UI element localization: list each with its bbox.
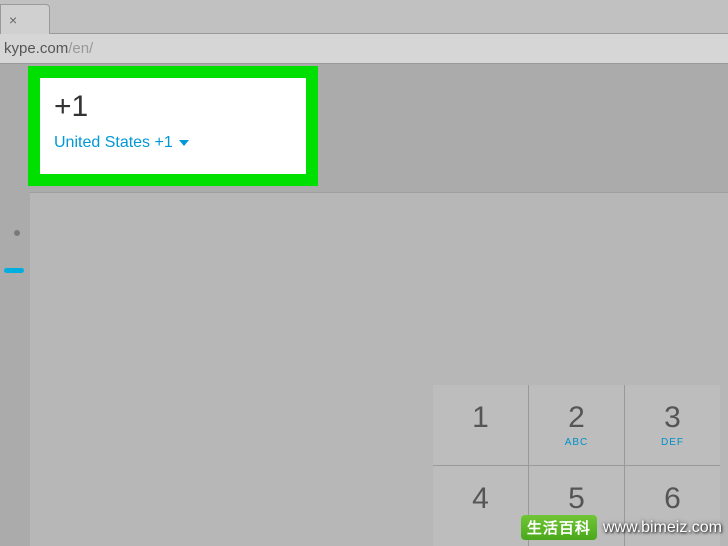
key-digit: 3 bbox=[664, 401, 681, 435]
keypad-3[interactable]: 3 DEF bbox=[625, 385, 720, 465]
close-icon[interactable]: × bbox=[9, 12, 17, 28]
key-digit: 6 bbox=[664, 482, 681, 516]
keypad-5[interactable]: 5 bbox=[529, 466, 624, 546]
url-host: kype.com bbox=[4, 40, 68, 57]
phone-number-input[interactable]: +1 bbox=[54, 92, 292, 122]
browser-tab-strip: × bbox=[0, 0, 728, 34]
key-digit: 2 bbox=[568, 401, 585, 435]
key-digit: 1 bbox=[472, 401, 489, 435]
country-label: United States +1 bbox=[54, 134, 173, 152]
url-path: /en/ bbox=[68, 40, 93, 57]
country-selector[interactable]: United States +1 bbox=[54, 134, 189, 152]
keypad-6[interactable]: 6 bbox=[625, 466, 720, 546]
key-digit: 4 bbox=[472, 482, 489, 516]
number-entry-panel: +1 United States +1 bbox=[28, 66, 318, 186]
key-digit: 5 bbox=[568, 482, 585, 516]
side-active-indicator bbox=[4, 268, 24, 273]
page-content: +1 United States +1 1 2 ABC 3 DEF 4 5 bbox=[0, 64, 728, 546]
side-tab-strip bbox=[0, 224, 28, 284]
keypad-1[interactable]: 1 bbox=[433, 385, 528, 465]
keypad-4[interactable]: 4 bbox=[433, 466, 528, 546]
key-letters: DEF bbox=[661, 437, 684, 449]
side-dot-icon bbox=[14, 230, 20, 236]
chevron-down-icon bbox=[179, 140, 189, 146]
address-bar[interactable]: kype.com/en/ bbox=[0, 34, 728, 64]
dial-keypad: 1 2 ABC 3 DEF 4 5 6 bbox=[433, 385, 720, 546]
key-letters: ABC bbox=[565, 437, 589, 449]
keypad-2[interactable]: 2 ABC bbox=[529, 385, 624, 465]
browser-tab[interactable]: × bbox=[0, 4, 50, 34]
